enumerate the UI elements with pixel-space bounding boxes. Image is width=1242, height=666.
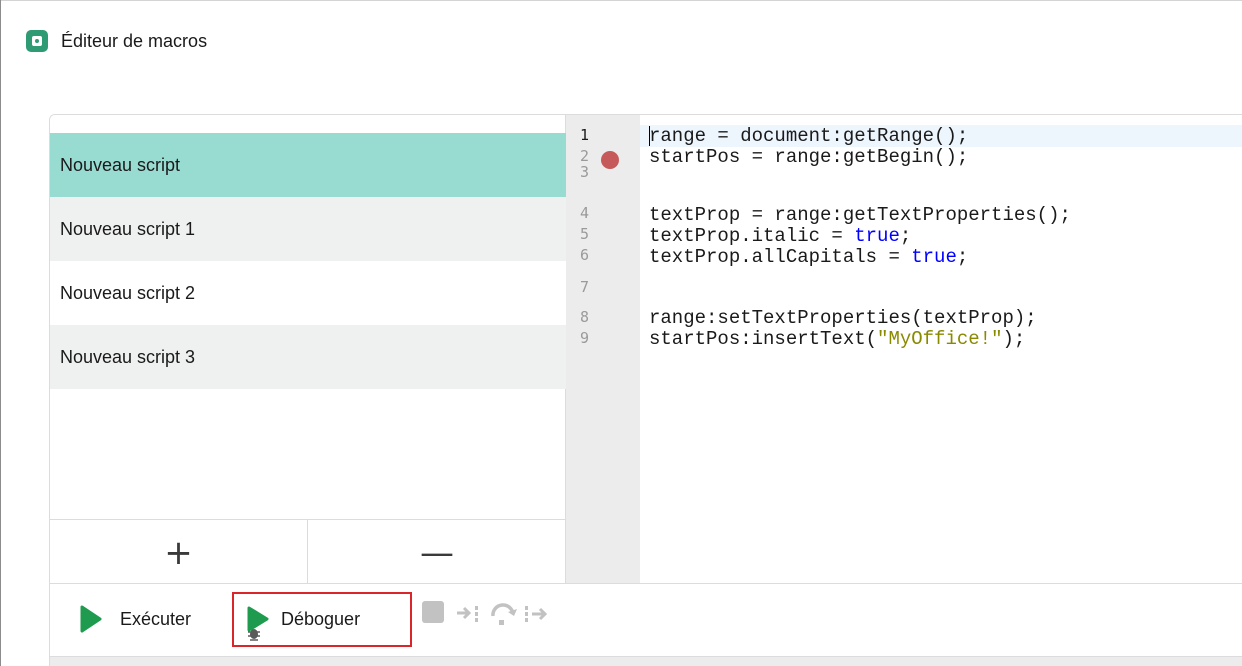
script-list-item-nouveau-script[interactable]: Nouveau script — [50, 133, 566, 197]
debug-button[interactable]: Déboguer — [232, 592, 412, 647]
remove-script-button[interactable]: — — [308, 520, 566, 583]
macro-toolbar — [49, 584, 1242, 656]
window-title: Éditeur de macros — [61, 31, 208, 51]
title-bar: Éditeur de macros — [0, 0, 1242, 80]
line-number: 3 — [580, 163, 590, 181]
macro-editor-app-icon — [26, 30, 48, 52]
debug-play-icon — [245, 606, 269, 641]
script-list-item-nouveau-script-2[interactable]: Nouveau script 2 — [50, 261, 566, 325]
script-list-item-nouveau-script-1[interactable]: Nouveau script 1 — [50, 197, 566, 261]
step-out-icon[interactable] — [523, 601, 551, 630]
code-line-kw: textProp.italic = true; — [649, 225, 912, 247]
code-editor[interactable]: range = document:getRange(); startPos = … — [640, 115, 1242, 583]
code-line: textProp = range:getTextProperties(); — [649, 204, 1071, 226]
step-over-icon[interactable] — [489, 601, 519, 632]
run-button-label: Exécuter — [120, 608, 192, 629]
status-strip — [49, 656, 1242, 666]
line-number: 7 — [580, 278, 590, 296]
line-number-gutter[interactable]: 1 2 3 4 5 6 7 8 9 — [566, 115, 640, 583]
line-number: 8 — [580, 308, 590, 326]
code-line-kw: textProp.allCapitals = true; — [649, 246, 969, 268]
macro-editor-window: Éditeur de macros Nouveau script Nouveau… — [0, 0, 1242, 666]
step-into-icon[interactable] — [456, 601, 482, 630]
line-number: 1 — [580, 126, 590, 144]
window-left-border — [0, 0, 1, 666]
script-list: Nouveau script Nouveau script 1 Nouveau … — [50, 115, 566, 519]
script-list-item-nouveau-script-3[interactable]: Nouveau script 3 — [50, 325, 566, 389]
line-number: 5 — [580, 225, 590, 243]
line-number: 4 — [580, 204, 590, 222]
stop-icon[interactable] — [422, 601, 444, 623]
editor-panel: Nouveau script Nouveau script 1 Nouveau … — [49, 114, 1242, 584]
code-line: range = document:getRange(); — [649, 125, 969, 147]
play-icon — [80, 605, 102, 633]
breakpoint-icon[interactable] — [601, 151, 619, 169]
run-button[interactable]: Exécuter — [80, 598, 191, 640]
line-number: 2 — [580, 147, 590, 165]
text-caret — [649, 126, 650, 146]
debug-button-label: Déboguer — [281, 609, 361, 629]
script-list-buttons: + — — [50, 519, 566, 583]
line-number: 9 — [580, 329, 590, 347]
code-line-str: startPos:insertText("MyOffice!"); — [649, 328, 1026, 350]
line-number: 6 — [580, 246, 590, 264]
code-line: startPos = range:getBegin(); — [649, 146, 969, 168]
add-script-button[interactable]: + — [50, 520, 308, 583]
code-line: range:setTextProperties(textProp); — [649, 307, 1037, 329]
